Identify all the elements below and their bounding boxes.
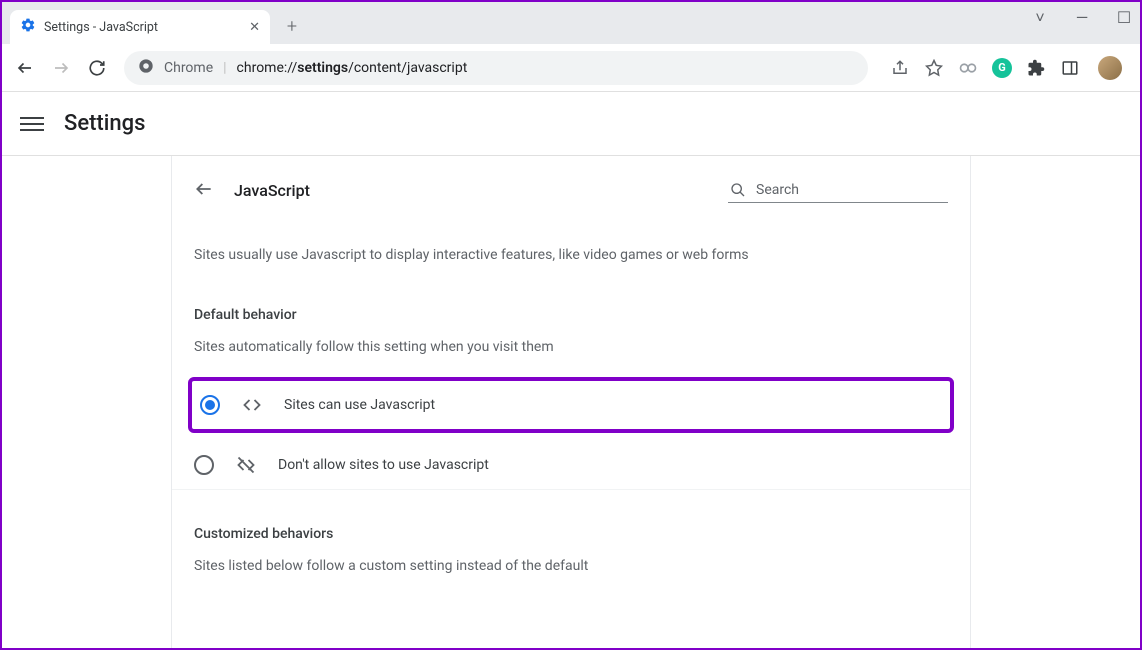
radio-unselected-icon	[194, 455, 214, 475]
radio-allow-javascript[interactable]: Sites can use Javascript	[192, 381, 950, 429]
tab-title: Settings - JavaScript	[44, 20, 241, 35]
radio-block-label: Don't allow sites to use Javascript	[278, 457, 489, 473]
search-icon	[730, 182, 746, 198]
search-placeholder: Search	[756, 182, 799, 198]
code-icon	[242, 395, 262, 415]
url-label: Chrome	[164, 60, 213, 76]
window-controls: ˅ — ☐	[1032, 8, 1132, 28]
close-tab-icon[interactable]: ✕	[249, 20, 260, 35]
radio-block-javascript[interactable]: Don't allow sites to use Javascript	[172, 441, 970, 490]
back-button[interactable]	[10, 53, 40, 83]
default-behavior-title: Default behavior	[172, 307, 970, 323]
customized-behaviors-subtitle: Sites listed below follow a custom setti…	[172, 558, 970, 574]
app-title: Settings	[64, 111, 145, 136]
grammarly-icon[interactable]: G	[992, 58, 1012, 78]
page-description: Sites usually use Javascript to display …	[172, 247, 970, 263]
menu-icon[interactable]	[20, 117, 44, 131]
code-off-icon	[236, 455, 256, 475]
address-bar[interactable]: Chrome | chrome://settings/content/javas…	[124, 51, 868, 85]
radio-selected-icon	[200, 395, 220, 415]
reload-button[interactable]	[82, 53, 112, 83]
settings-panel: JavaScript Search Sites usually use Java…	[171, 156, 971, 648]
bookmark-star-icon[interactable]	[924, 58, 944, 78]
default-behavior-subtitle: Sites automatically follow this setting …	[172, 339, 970, 355]
minimize-icon[interactable]: —	[1074, 8, 1090, 28]
radio-allow-label: Sites can use Javascript	[284, 397, 435, 413]
side-panel-icon[interactable]	[1060, 58, 1080, 78]
highlight-annotation: Sites can use Javascript	[188, 377, 954, 433]
settings-header: Settings	[2, 92, 1140, 156]
browser-toolbar: Chrome | chrome://settings/content/javas…	[2, 44, 1140, 92]
tab-strip: Settings - JavaScript ✕ + ˅ — ☐	[2, 2, 1140, 44]
customized-behaviors-title: Customized behaviors	[172, 526, 970, 542]
maximize-icon[interactable]: ☐	[1116, 8, 1132, 28]
forward-button[interactable]	[46, 53, 76, 83]
gear-icon	[20, 17, 36, 37]
url-text: chrome://settings/content/javascript	[237, 60, 468, 76]
extensions-puzzle-icon[interactable]	[1026, 58, 1046, 78]
panel-header: JavaScript Search	[172, 178, 970, 203]
back-arrow-icon[interactable]	[194, 179, 214, 203]
content-area: JavaScript Search Sites usually use Java…	[2, 156, 1140, 648]
browser-tab[interactable]: Settings - JavaScript ✕	[10, 10, 270, 44]
chrome-icon	[138, 58, 154, 78]
chevron-down-icon[interactable]: ˅	[1032, 8, 1048, 28]
new-tab-button[interactable]: +	[278, 12, 306, 40]
url-divider: |	[223, 60, 226, 76]
toolbar-extensions: G	[880, 56, 1132, 80]
share-icon[interactable]	[890, 58, 910, 78]
profile-avatar[interactable]	[1098, 56, 1122, 80]
search-input[interactable]: Search	[728, 178, 948, 203]
page-title: JavaScript	[234, 181, 708, 200]
link-icon[interactable]	[958, 58, 978, 78]
